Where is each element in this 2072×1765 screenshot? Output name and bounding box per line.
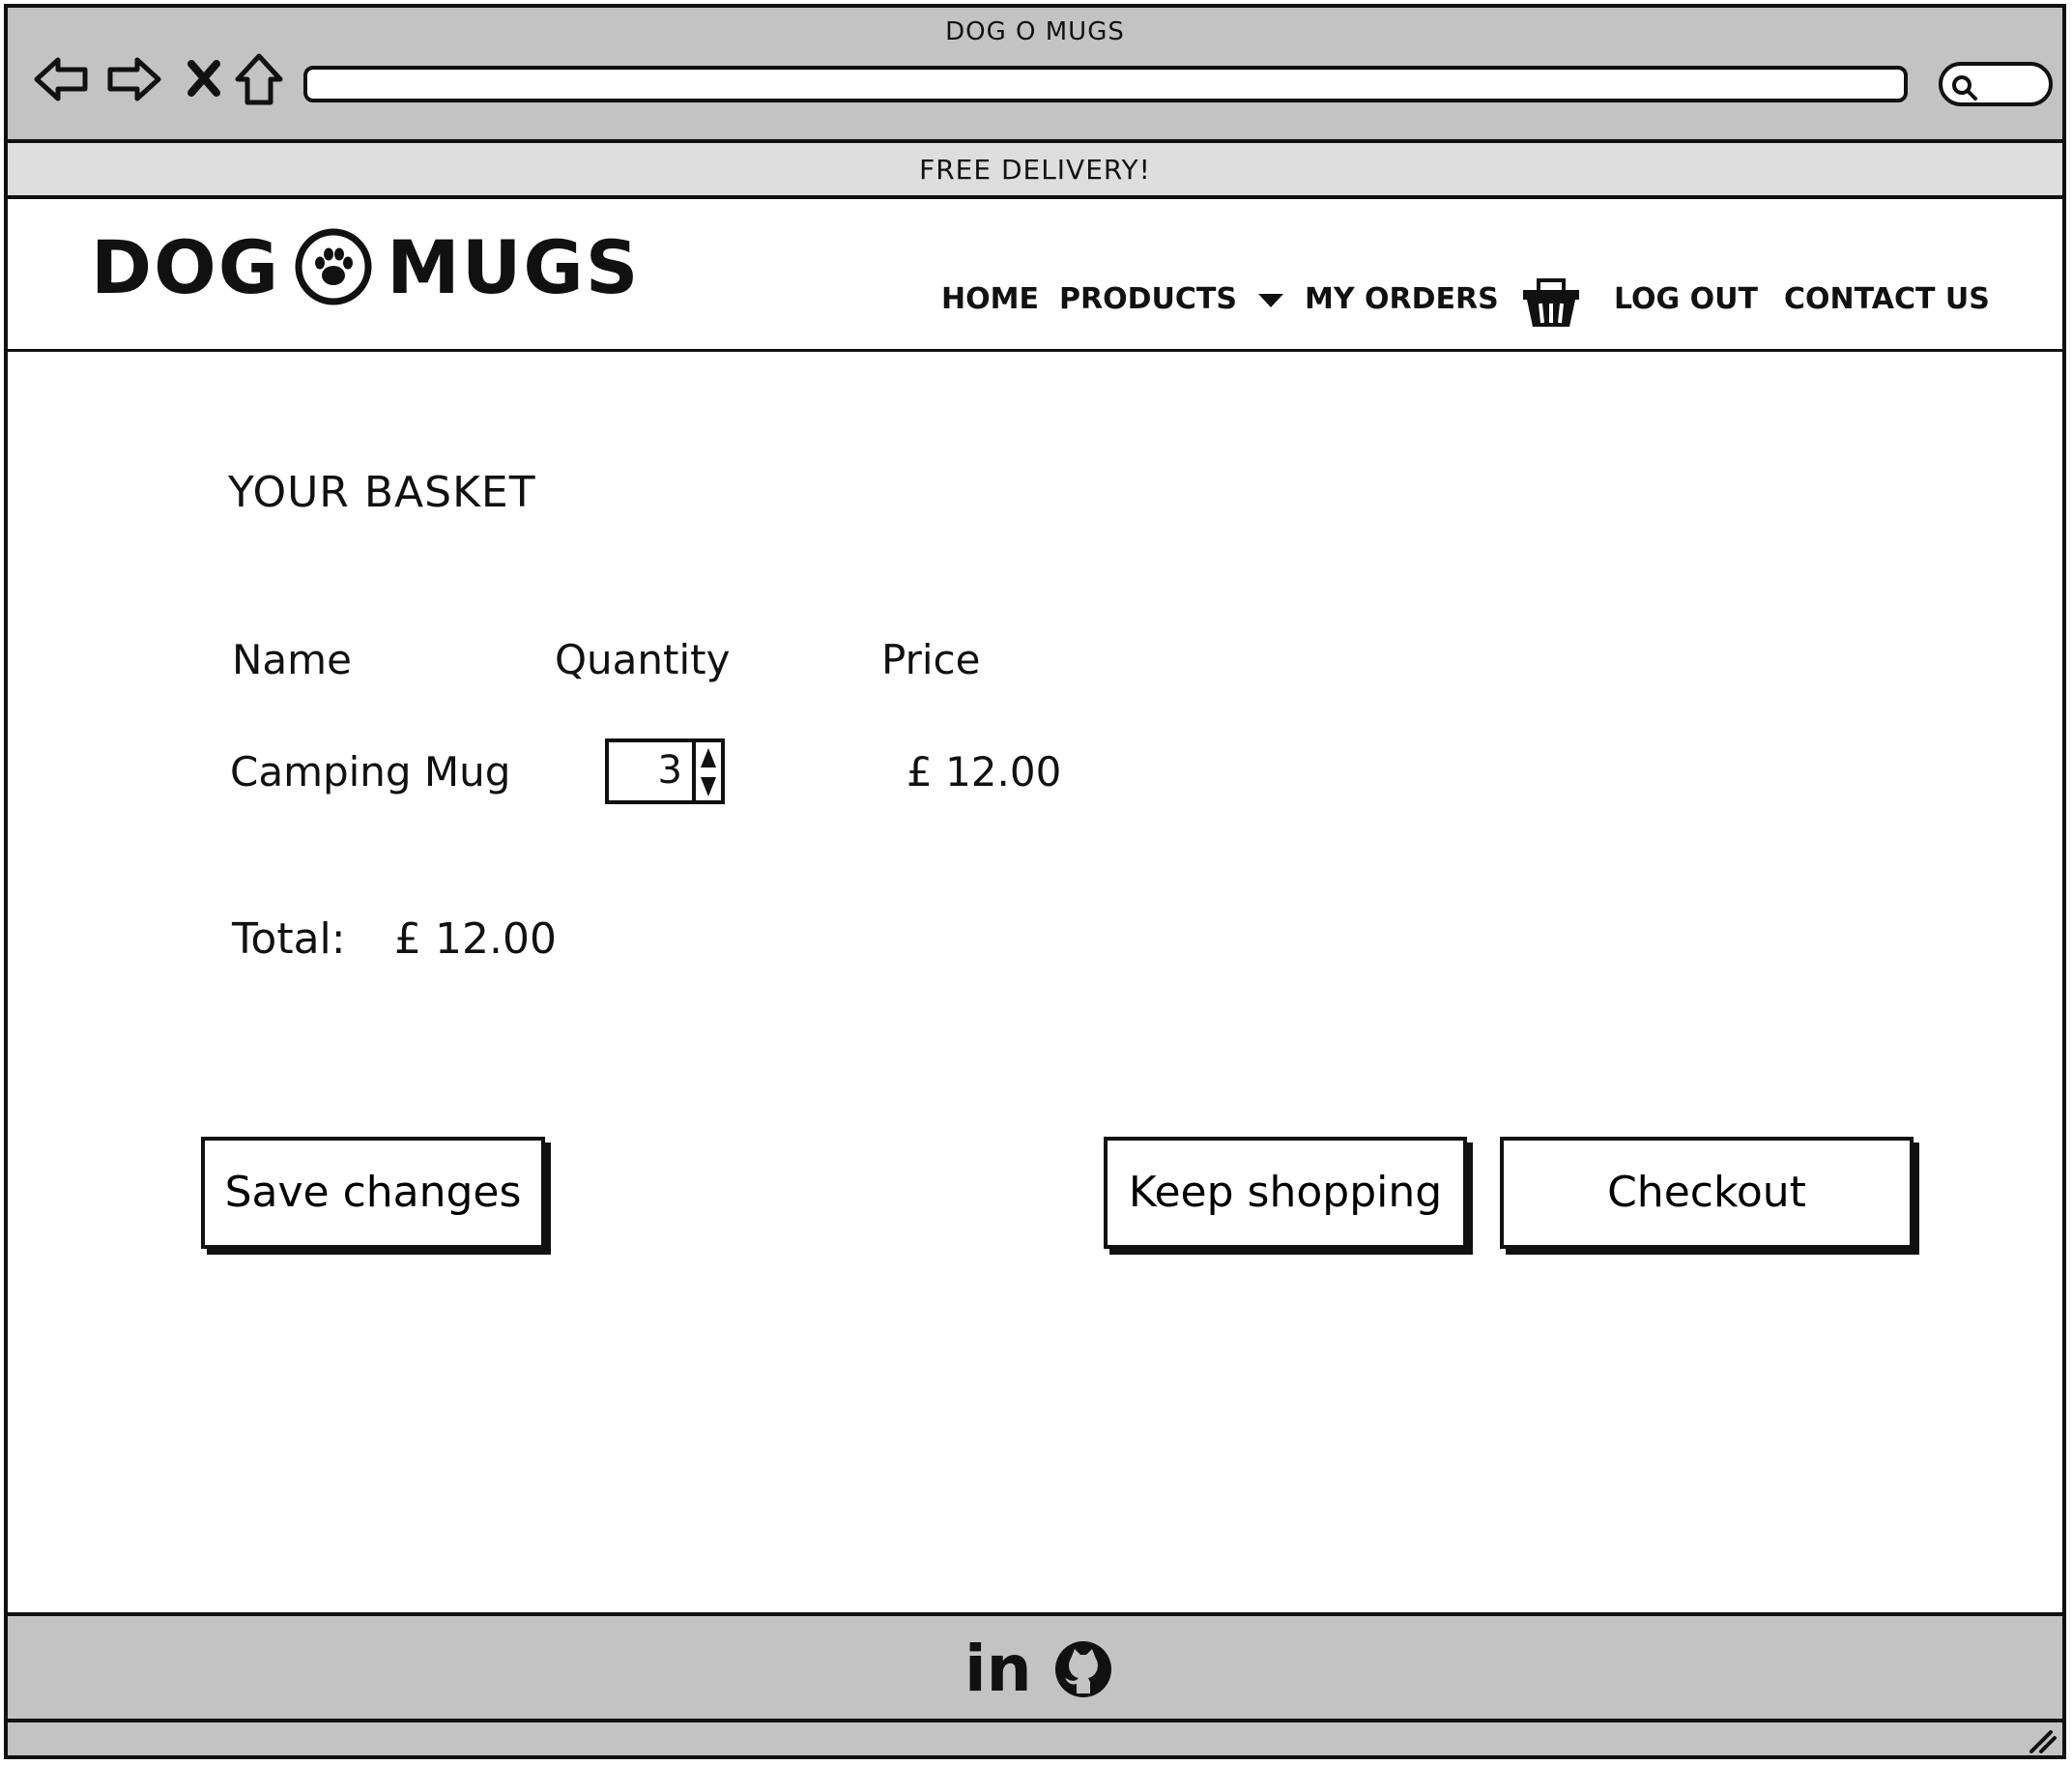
linkedin-icon[interactable]: in — [964, 1637, 1032, 1701]
quantity-value: 3 — [657, 748, 682, 793]
url-bar[interactable] — [303, 66, 1908, 102]
basket-icon[interactable] — [1521, 275, 1581, 331]
back-arrow-icon[interactable] — [33, 50, 91, 108]
resize-grip-icon[interactable] — [2028, 1728, 2057, 1753]
window-title: DOG O MUGS — [945, 17, 1125, 46]
total-label: Total: — [232, 914, 346, 964]
quantity-spinner[interactable] — [692, 742, 721, 800]
main-nav: HOME PRODUCTS MY ORDERS LOG OUT CONTACT … — [8, 275, 2062, 327]
basket-section: YOUR BASKET Name Quantity Price Camping … — [8, 352, 2062, 1608]
browser-chrome: DOG O MUGS — [8, 8, 2062, 143]
stop-x-icon[interactable] — [182, 50, 240, 108]
column-header-quantity: Quantity — [555, 636, 731, 683]
caret-down-icon — [1258, 293, 1284, 307]
browser-search-field[interactable] — [1939, 62, 2053, 106]
nav-log-out[interactable]: LOG OUT — [1614, 282, 1758, 316]
home-icon[interactable] — [232, 50, 290, 108]
nav-contact-us[interactable]: CONTACT US — [1784, 282, 1990, 316]
item-name: Camping Mug — [230, 748, 511, 796]
promo-banner: FREE DELIVERY! — [8, 143, 2062, 199]
save-changes-button[interactable]: Save changes — [201, 1137, 545, 1249]
item-price: £ 12.00 — [906, 748, 1062, 796]
status-bar — [8, 1719, 2062, 1755]
nav-my-orders[interactable]: MY ORDERS — [1305, 282, 1499, 316]
spinner-arrows-icon — [701, 748, 716, 796]
nav-products[interactable]: PRODUCTS — [1059, 282, 1285, 316]
site-header: DOG MUGS HOME PRODUCTS MY ORDERS LOG OUT… — [8, 199, 2062, 352]
quantity-stepper[interactable]: 3 — [605, 738, 725, 804]
total-value: £ 12.00 — [394, 914, 557, 964]
search-icon — [1952, 75, 1977, 101]
page-title: YOUR BASKET — [228, 468, 536, 517]
browser-window: DOG O MUGS FREE DELIVERY! DOG MUGS HOME … — [4, 4, 2066, 1759]
column-header-name: Name — [232, 636, 352, 683]
nav-products-label: PRODUCTS — [1059, 282, 1237, 316]
keep-shopping-button[interactable]: Keep shopping — [1104, 1137, 1467, 1249]
forward-arrow-icon[interactable] — [104, 50, 162, 108]
github-icon[interactable] — [1053, 1639, 1113, 1699]
social-links: in — [964, 1637, 1113, 1701]
nav-home[interactable]: HOME — [941, 282, 1039, 316]
site-footer: in — [8, 1612, 2062, 1719]
checkout-button[interactable]: Checkout — [1500, 1137, 1914, 1249]
column-header-price: Price — [881, 636, 981, 683]
